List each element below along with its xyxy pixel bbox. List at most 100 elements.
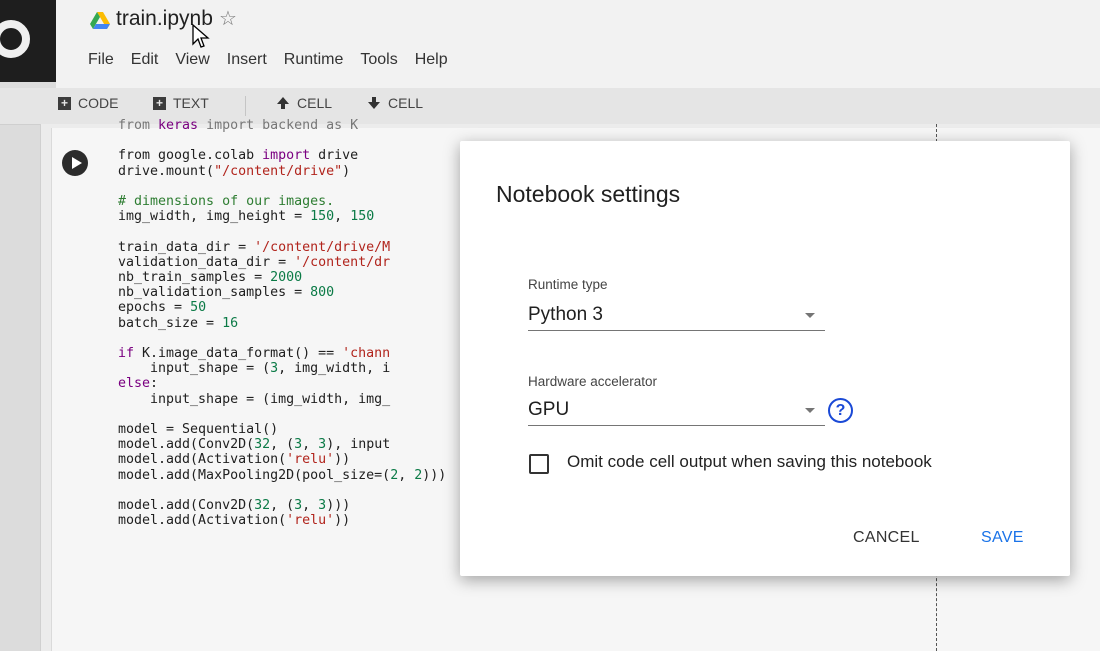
add-text-button[interactable]: + TEXT [153, 95, 209, 111]
code-line: model.add(Activation('relu')) [118, 452, 446, 467]
runtime-type-label: Runtime type [528, 277, 608, 292]
add-text-label: TEXT [173, 95, 209, 111]
code-token: nb_train_samples = [118, 270, 271, 286]
hardware-accelerator-value: GPU [528, 399, 570, 420]
menu-bar: File Edit View Insert Runtime Tools Help [88, 51, 448, 69]
menu-item-view[interactable]: View [175, 51, 209, 69]
code-token: 50 [190, 300, 207, 316]
code-token: ))) [326, 498, 351, 514]
code-line: nb_validation_samples = 800 [118, 285, 446, 300]
dialog-title: Notebook settings [496, 181, 681, 207]
code-token: from google.colab [118, 148, 263, 164]
code-token: , ( [270, 498, 295, 514]
code-token: ) [342, 163, 351, 179]
cancel-button[interactable]: CANCEL [853, 529, 920, 547]
add-code-label: CODE [78, 95, 119, 111]
code-token: model = Sequential() [118, 422, 279, 438]
run-cell-button[interactable] [62, 150, 88, 176]
code-token: 3 [294, 437, 303, 453]
arrow-up-icon [277, 97, 289, 109]
code-line: drive.mount("/content/drive") [118, 164, 446, 179]
menu-item-tools[interactable]: Tools [360, 51, 397, 69]
code-line: model.add(MaxPooling2D(pool_size=(2, 2))… [118, 468, 446, 483]
code-token: : [150, 376, 159, 392]
code-token: , [302, 498, 319, 514]
code-line: else: [118, 376, 446, 391]
runtime-type-value: Python 3 [528, 304, 603, 325]
omit-output-checkbox[interactable] [529, 454, 549, 474]
code-token: , ( [270, 437, 295, 453]
code-token: 3 [294, 498, 303, 514]
code-token: img_width, img_height = [118, 209, 311, 225]
code-token: validation_data_dir = [118, 254, 295, 270]
code-token: "/content/drive" [214, 163, 343, 179]
code-token: 'relu' [286, 513, 335, 529]
code-token: epochs = [118, 300, 191, 316]
colab-logo[interactable] [0, 20, 30, 58]
save-button[interactable]: SAVE [981, 529, 1024, 547]
code-token: import [262, 148, 311, 164]
hardware-accelerator-label: Hardware accelerator [528, 374, 658, 389]
code-token: model.add(MaxPooling2D(pool_size=( [118, 467, 391, 483]
hardware-accelerator-select[interactable]: GPU [528, 397, 825, 426]
code-token: , img_width, i [278, 361, 391, 377]
code-token: 2000 [270, 270, 303, 286]
move-cell-up-label: CELL [297, 95, 333, 111]
code-token: batch_size = [118, 315, 223, 331]
code-line: if K.image_data_format() == 'chann [118, 346, 446, 361]
code-token: 3 [270, 361, 279, 377]
move-cell-down-button[interactable]: CELL [367, 95, 423, 111]
code-line: batch_size = 16 [118, 316, 446, 331]
menu-item-insert[interactable]: Insert [227, 51, 267, 69]
code-token: model.add(Conv2D( [118, 437, 255, 453]
mouse-cursor-icon [192, 24, 210, 48]
code-line: input_shape = (3, img_width, i [118, 361, 446, 376]
star-icon[interactable]: ☆ [219, 6, 237, 31]
code-token: train_data_dir = [118, 239, 255, 255]
notebook-settings-dialog: Notebook settings Runtime type Python 3 … [460, 141, 1070, 576]
code-token: if [118, 346, 135, 362]
code-token: 'relu' [286, 452, 335, 468]
code-token: 2 [390, 467, 399, 483]
code-token: '/content/drive/M [254, 239, 391, 255]
colab-window: train.ipynb ☆ File Edit View Insert Runtime T… [0, 0, 1100, 651]
chevron-down-icon [805, 313, 815, 318]
code-token: model.add(Conv2D( [118, 498, 255, 514]
code-token: from [118, 118, 159, 133]
menu-item-edit[interactable]: Edit [131, 51, 159, 69]
code-line: model.add(Activation('relu')) [118, 513, 446, 528]
menu-item-help[interactable]: Help [415, 51, 448, 69]
code-token: ), input [326, 437, 391, 453]
code-token: # dimensions of our images. [118, 194, 335, 210]
code-token: input_shape = (img_width, img_ [118, 391, 391, 407]
code-token: nb_validation_samples = [118, 285, 311, 301]
code-line: epochs = 50 [118, 300, 446, 315]
code-token: )) [334, 452, 351, 468]
code-token: import backend as K [198, 118, 359, 133]
menu-item-file[interactable]: File [88, 51, 114, 69]
code-token: '/content/dr [294, 254, 391, 270]
menu-item-runtime[interactable]: Runtime [284, 51, 344, 69]
code-line: validation_data_dir = '/content/dr [118, 255, 446, 270]
help-icon[interactable]: ? [828, 398, 853, 423]
add-code-button[interactable]: + CODE [58, 95, 118, 111]
code-line: img_width, img_height = 150, 150 [118, 209, 446, 224]
code-editor[interactable]: from keras import backend as K from goog… [118, 118, 446, 528]
code-line: model.add(Conv2D(32, (3, 3), input [118, 437, 446, 452]
code-line: model = Sequential() [118, 422, 446, 437]
move-cell-up-button[interactable]: CELL [276, 95, 332, 111]
google-drive-icon [90, 12, 110, 29]
logo-strip [0, 0, 56, 82]
code-token: drive.mount( [118, 163, 215, 179]
omit-output-label[interactable]: Omit code cell output when saving this n… [567, 452, 932, 472]
code-token: , [302, 437, 319, 453]
chevron-down-icon [805, 408, 815, 413]
code-token: 150 [310, 209, 335, 225]
code-token: model.add(Activation( [118, 452, 287, 468]
runtime-type-select[interactable]: Python 3 [528, 302, 825, 331]
